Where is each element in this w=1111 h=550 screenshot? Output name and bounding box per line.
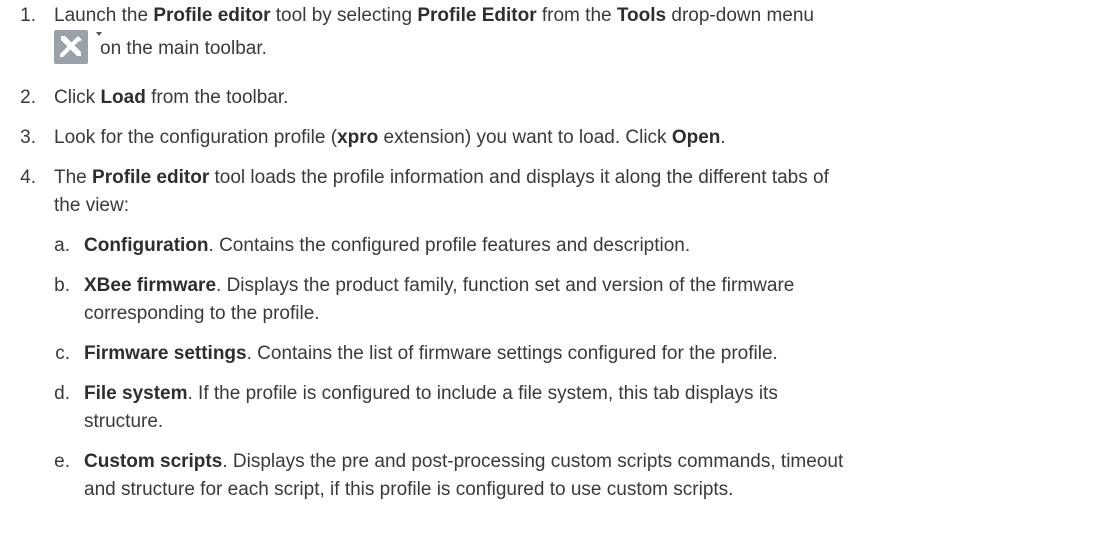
ui-term: Load <box>100 87 146 108</box>
tab-description: . Contains the configured profile featur… <box>208 235 691 256</box>
step-1: 1. Launch the Profile editor tool by sel… <box>0 2 1101 64</box>
text: from the <box>536 5 617 26</box>
tab-name: Firmware settings <box>84 343 247 364</box>
text: Look for the configuration profile ( <box>54 127 338 148</box>
text: from the toolbar. <box>145 87 289 108</box>
tab-description: and structure for each script, if this p… <box>84 479 734 500</box>
tab-item-firmware-settings: c. Firmware settings. Contains the list … <box>0 340 1101 368</box>
instructions: 1. Launch the Profile editor tool by sel… <box>0 0 1111 550</box>
tab-description: . Displays the product family, function … <box>216 275 795 296</box>
tab-name: File system <box>84 383 188 404</box>
tab-item-file-system: d. File system. If the profile is config… <box>0 380 1101 436</box>
tab-name: XBee firmware <box>84 275 217 296</box>
text: tool by selecting <box>270 5 418 26</box>
item-letter: a. <box>54 235 70 256</box>
item-letter: e. <box>54 451 70 472</box>
text: Click <box>54 87 101 108</box>
dropdown-arrow-icon <box>96 32 102 36</box>
text: tool loads the profile information and d… <box>209 167 829 188</box>
step-3: 3. Look for the configuration profile (x… <box>0 124 1101 152</box>
ui-term: Profile Editor <box>417 5 537 26</box>
tools-icon-background <box>54 30 88 64</box>
step-number: 3. <box>20 127 36 148</box>
text: on the main toolbar. <box>100 38 267 60</box>
step-number: 1. <box>20 5 36 26</box>
tab-item-configuration: a. Configuration. Contains the configure… <box>0 232 1101 260</box>
text: Launch the <box>54 5 154 26</box>
step-4: 4. The Profile editor tool loads the pro… <box>0 164 1101 220</box>
ui-term: Profile editor <box>153 5 271 26</box>
tab-description: . If the profile is configured to includ… <box>187 383 778 404</box>
step-number: 2. <box>20 87 36 108</box>
ui-term: Tools <box>616 5 667 26</box>
text: the view: <box>54 195 129 216</box>
ui-term: Profile editor <box>92 167 210 188</box>
tab-description: corresponding to the profile. <box>84 303 320 324</box>
item-letter: c. <box>55 343 70 364</box>
tab-description: structure. <box>84 411 164 432</box>
text: drop-down menu <box>666 5 814 26</box>
tab-item-custom-scripts: e. Custom scripts. Displays the pre and … <box>0 448 1101 504</box>
text: . <box>720 127 726 148</box>
tab-name: Custom scripts <box>84 451 223 472</box>
wrench-screwdriver-icon <box>60 36 82 57</box>
item-letter: d. <box>54 383 70 404</box>
item-letter: b. <box>54 275 70 296</box>
tools-icon <box>54 30 102 64</box>
tab-name: Configuration <box>84 235 209 256</box>
tab-description: . Displays the pre and post-processing c… <box>222 451 844 472</box>
file-extension: xpro <box>337 127 379 148</box>
tab-item-xbee-firmware: b. XBee firmware. Displays the product f… <box>0 272 1101 328</box>
text: The <box>54 167 93 188</box>
tab-description: . Contains the list of firmware settings… <box>246 343 778 364</box>
step-number: 4. <box>20 167 36 188</box>
ui-term: Open <box>671 127 721 148</box>
text: extension) you want to load. Click <box>378 127 672 148</box>
step-2: 2. Click Load from the toolbar. <box>0 84 1101 112</box>
